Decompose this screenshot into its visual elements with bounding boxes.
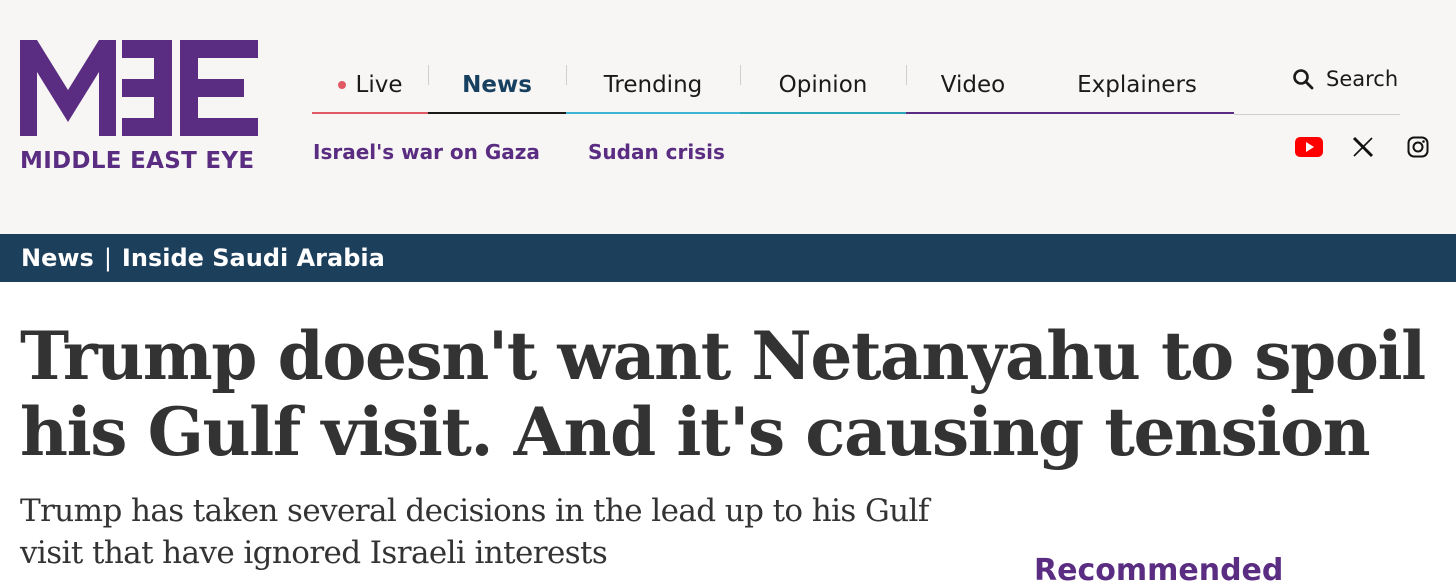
breadcrumb-inside-saudi-arabia[interactable]: Inside Saudi Arabia	[122, 244, 385, 272]
header-divider	[1234, 114, 1400, 115]
nav-news-label: News	[462, 72, 532, 98]
article-headline: Trump doesn't want Netanyahu to spoil hi…	[20, 317, 1426, 471]
nav-news-underline	[428, 112, 566, 114]
recommended-heading: Recommended	[1034, 553, 1284, 588]
search-button[interactable]: Search	[1292, 64, 1398, 94]
breadcrumb-separator: |	[103, 244, 112, 272]
nav-trending[interactable]: Trending	[566, 56, 740, 114]
live-dot-icon	[337, 81, 346, 89]
hot-topic-sudan[interactable]: Sudan crisis	[588, 140, 725, 164]
hot-topic-gaza[interactable]: Israel's war on Gaza	[313, 140, 540, 164]
nav-news[interactable]: News	[428, 56, 566, 114]
search-icon	[1293, 69, 1314, 90]
instagram-glyph	[1407, 136, 1429, 158]
main-nav: Live News Trending Opinion Video Explain…	[312, 56, 1234, 116]
nav-opinion[interactable]: Opinion	[740, 56, 906, 114]
breadcrumb-news[interactable]: News	[21, 244, 94, 272]
nav-opinion-label: Opinion	[778, 72, 868, 98]
site-name: MIDDLE EAST EYE	[20, 148, 255, 174]
nav-opinion-underline	[740, 112, 906, 114]
nav-video[interactable]: Video	[906, 56, 1040, 114]
nav-trending-label: Trending	[603, 72, 703, 98]
nav-video-label: Video	[940, 72, 1006, 98]
section-breadcrumb: News | Inside Saudi Arabia	[0, 234, 1456, 282]
nav-live-label: Live	[355, 72, 403, 98]
x-icon[interactable]	[1349, 133, 1377, 161]
nav-video-underline	[906, 112, 1040, 114]
youtube-icon[interactable]	[1295, 133, 1323, 161]
nav-trending-underline	[566, 112, 740, 114]
nav-live[interactable]: Live	[312, 56, 428, 114]
mee-logo-mark	[20, 40, 258, 136]
x-glyph	[1352, 136, 1374, 158]
site-logo[interactable]: MIDDLE EAST EYE	[20, 40, 260, 175]
nav-explainers[interactable]: Explainers	[1040, 56, 1234, 114]
article-standfirst: Trump has taken several decisions in the…	[20, 493, 929, 571]
instagram-icon[interactable]	[1404, 133, 1432, 161]
search-label: Search	[1326, 67, 1399, 91]
youtube-glyph	[1295, 137, 1323, 157]
nav-explainers-label: Explainers	[1077, 72, 1197, 98]
nav-live-underline	[312, 112, 428, 114]
site-header: MIDDLE EAST EYE Live News Trending Opini…	[0, 0, 1456, 234]
nav-explainers-underline	[1040, 112, 1234, 114]
